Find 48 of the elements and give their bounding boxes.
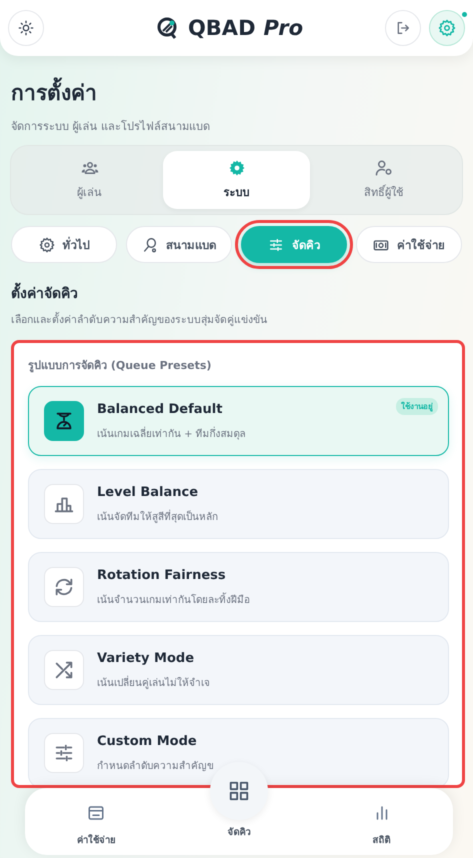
sun-icon [18,20,34,36]
preset-name: Custom Mode [97,734,197,748]
logo-text: QBAD [188,16,256,40]
sub-tab[interactable]: ค่าใช้จ่าย [356,226,462,263]
preset-description: เน้นเกมเฉลี่ยเท่ากัน + ทีมกึ่งสมดุล [97,426,246,440]
racket-icon [142,236,158,252]
preset-description: กำหนดลำดับความสำคัญข [97,760,214,772]
section-title: ตั้งค่าจัดคิว [11,282,78,304]
sub-tab[interactable]: ทั่วไป [11,226,117,263]
page-title: การตั้งค่า [11,76,97,109]
preset-card[interactable]: Variety Mode เน้นเปลี่ยนคู่เล่นไม่ให้จำเจ [28,635,449,705]
main-tab[interactable]: ระบบ [163,151,310,209]
nav-item[interactable]: สถิติ [310,788,454,855]
refresh-icon [53,576,75,598]
page-subtitle: จัดการระบบ ผู้เล่น และโปรไฟล์สนามแบด [11,119,210,135]
preset-card[interactable]: Rotation Fairness เน้นจำนวนเกมเท่ากันโดยละทิ้งฝีมือ [28,552,449,622]
logout-icon [394,20,411,36]
sub-tab[interactable]: สนามแบด [126,226,232,263]
preset-card[interactable]: Level Balance เน้นจัดทีมให้สูสีที่สุดเป็นหลัก [28,469,449,539]
preset-name: Rotation Fairness [97,568,226,582]
users-icon [80,159,98,177]
preset-name: Variety Mode [97,650,194,666]
preset-card[interactable]: Custom Mode กำหนดลำดับความสำคัญข [28,718,449,785]
main-tab[interactable]: ผู้เล่น [16,151,163,209]
gear-icon [228,159,246,177]
status-badge: ใช้งานอยู่ [396,398,438,415]
preset-name: Level Balance [97,484,198,500]
theme-toggle-button[interactable] [8,10,44,46]
section-description: เลือกและตั้งค่าลำดับความสำคัญของระบบสุ่มจัดคู่แข่งขัน [11,311,267,328]
grid-icon [228,780,250,802]
preset-description: เน้นเปลี่ยนคู่เล่นไม่ให้จำเจ [97,674,210,690]
logout-button[interactable] [384,10,421,46]
preset-description: เน้นจัดทีมให้สูสีที่สุดเป็นหลัก [97,508,218,524]
wallet-icon [87,804,106,822]
gear-icon [38,236,54,252]
gear-icon [438,19,456,37]
nav-item[interactable]: ค่าใช้จ่าย [25,788,168,855]
sliders-icon [53,742,75,764]
preset-card[interactable]: Balanced Default เน้นเกมเฉลี่ยเท่ากัน + ทีมกึ่งสมดุล ใช้งานอยู่ [28,386,449,456]
user-gear-icon [374,159,392,177]
shuffle-icon [53,659,75,681]
nav-label: จัดคิว [228,826,250,839]
main-tab[interactable]: สิทธิ์ผู้ใช้ [310,151,457,209]
preset-name: Balanced Default [97,402,222,416]
panel-heading: รูปแบบการจัดคิว (Queue Presets) [28,358,212,374]
preset-description: เน้นจำนวนเกมเท่ากันโดยละทิ้งฝีมือ [97,592,250,606]
sliders-icon [268,236,284,252]
logo-suffix: Pro [264,16,304,40]
